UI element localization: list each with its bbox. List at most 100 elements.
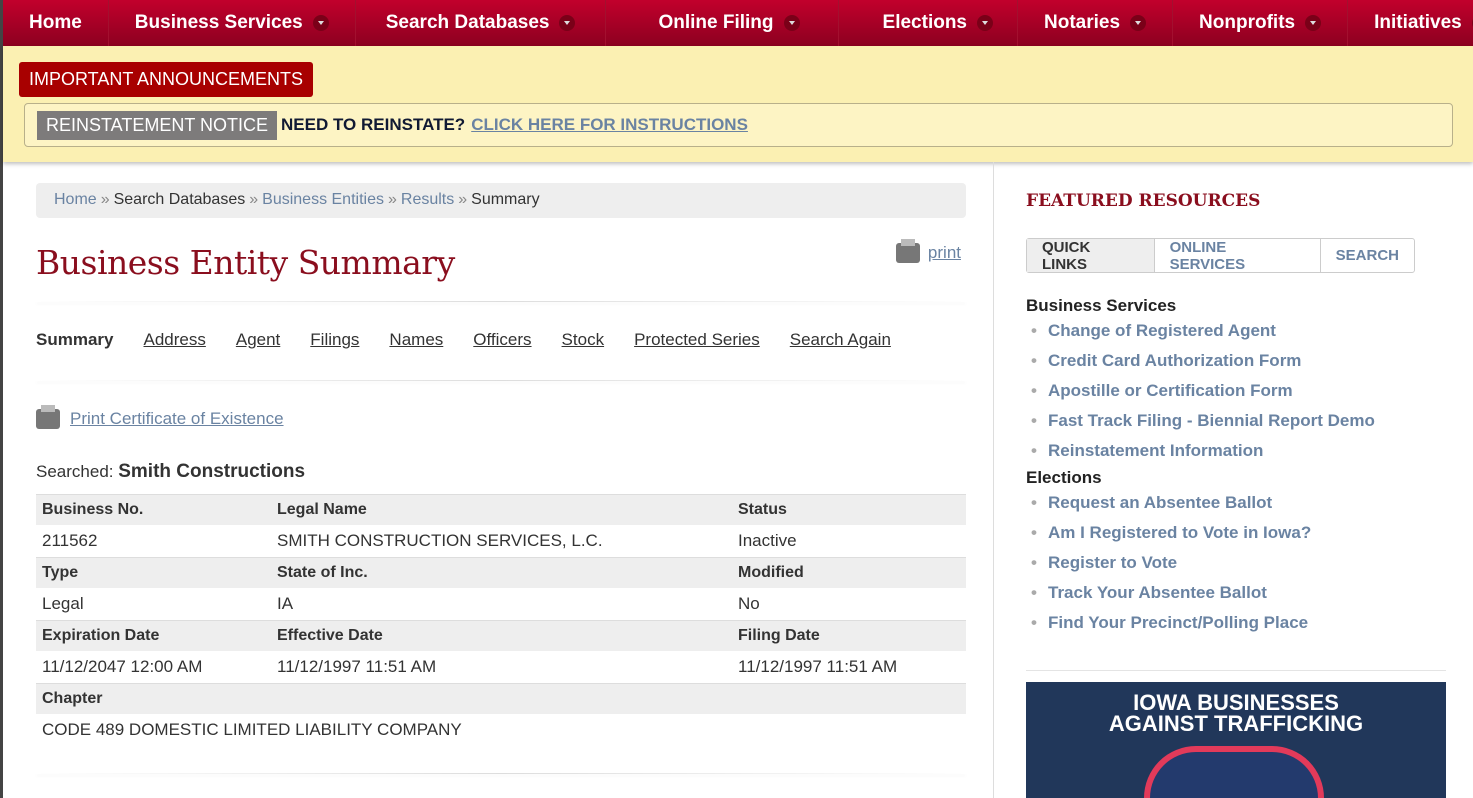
banner-line: IOWA BUSINESSES: [1133, 690, 1339, 715]
column-header: Modified: [732, 557, 966, 588]
print-link[interactable]: print: [895, 239, 961, 263]
modified: No: [738, 593, 760, 613]
page-title: Business Entity Summary: [36, 243, 455, 282]
expiration-date: 11/12/2047 12:00 AM: [42, 656, 203, 676]
nav-label: Home: [29, 12, 82, 33]
business-links: Change of Registered Agent Credit Card A…: [1026, 316, 1473, 466]
nav-label: Search Databases: [385, 12, 550, 33]
tab-officers[interactable]: Officers: [473, 330, 531, 350]
nav-elections[interactable]: Elections: [839, 0, 1019, 46]
link-credit-card-form[interactable]: Credit Card Authorization Form: [1026, 346, 1473, 376]
sidebar: FEATURED RESOURCES QUICK LINKS ONLINE SE…: [993, 162, 1473, 798]
nav-notaries[interactable]: Notaries: [1018, 0, 1174, 46]
divider: [36, 772, 966, 774]
link-absentee-ballot[interactable]: Request an Absentee Ballot: [1026, 488, 1473, 518]
tab-summary[interactable]: Summary: [36, 330, 113, 350]
column-header: Chapter: [36, 683, 966, 714]
chevron-down-icon: [977, 15, 994, 31]
notice-text: NEED TO REINSTATE?: [281, 115, 466, 134]
breadcrumb-results[interactable]: Results: [401, 191, 454, 208]
nav-search-databases[interactable]: Search Databases: [356, 0, 607, 46]
link-reinstatement-info[interactable]: Reinstatement Information: [1026, 436, 1473, 466]
chevron-down-icon: [1305, 15, 1322, 31]
nav-label: Elections: [882, 12, 968, 33]
breadcrumb: Home» Search Databases» Business Entities»…: [36, 183, 966, 218]
announcements-bar: IMPORTANT ANNOUNCEMENTS REINSTATEMENT NO…: [3, 46, 1473, 162]
link-find-precinct[interactable]: Find Your Precinct/Polling Place: [1026, 608, 1473, 638]
tab-address[interactable]: Address: [143, 330, 205, 350]
divider: [1026, 670, 1446, 671]
column-header: Business No.: [36, 494, 271, 525]
breadcrumb-summary: Summary: [471, 191, 540, 208]
banner-line: AGAINST TRAFFICKING: [1108, 711, 1364, 736]
entity-summary-table: Business No. Legal Name Status 211562 SMITH…: [36, 494, 966, 747]
nav-label: Business Services: [134, 12, 303, 33]
entity-tabs: Summary Address Agent Filings Names Offi…: [36, 302, 966, 380]
tab-names[interactable]: Names: [389, 330, 443, 350]
chevron-down-icon: [559, 15, 576, 31]
link-register-to-vote[interactable]: Register to Vote: [1026, 548, 1473, 578]
table-header-row: Type State of Inc. Modified: [36, 557, 966, 588]
breadcrumb-business-entities[interactable]: Business Entities: [262, 191, 384, 208]
nav-label: Online Filing: [658, 12, 774, 33]
nav-label: Notaries: [1044, 12, 1121, 33]
nav-online-filing[interactable]: Online Filing: [606, 0, 839, 46]
link-fast-track-filing[interactable]: Fast Track Filing - Biennial Report Demo: [1026, 406, 1473, 436]
notice-badge: REINSTATEMENT NOTICE: [37, 110, 278, 140]
searched-value: Smith Constructions: [118, 461, 306, 482]
link-am-i-registered[interactable]: Am I Registered to Vote in Iowa?: [1026, 518, 1473, 548]
nav-nonprofits[interactable]: Nonprofits: [1173, 0, 1349, 46]
business-services-heading: Business Services: [1026, 296, 1177, 315]
column-header: Effective Date: [271, 620, 732, 651]
column-header: Type: [36, 557, 271, 588]
important-announcements-button[interactable]: IMPORTANT ANNOUNCEMENTS: [19, 62, 314, 97]
chapter: CODE 489 DOMESTIC LIMITED LIABILITY COMP…: [42, 720, 462, 739]
breadcrumb-home[interactable]: Home: [54, 191, 97, 208]
table-row: CODE 489 DOMESTIC LIMITED LIABILITY COMP…: [36, 714, 966, 747]
tab-search-again[interactable]: Search Again: [790, 330, 891, 350]
link-change-registered-agent[interactable]: Change of Registered Agent: [1026, 316, 1473, 346]
filing-date: 11/12/1997 11:51 AM: [738, 656, 898, 676]
nav-home[interactable]: Home: [3, 0, 109, 46]
cert-label: Print Certificate of Existence: [70, 409, 284, 428]
tab-search[interactable]: SEARCH: [1321, 239, 1414, 272]
column-header: Status: [732, 494, 966, 525]
nav-initiatives[interactable]: Initiatives: [1348, 0, 1473, 46]
printer-icon: [895, 239, 920, 263]
instructions-link[interactable]: CLICK HERE FOR INSTRUCTIONS: [471, 115, 748, 135]
main-nav: Home Business Services Search Databases …: [3, 0, 1473, 46]
tab-agent[interactable]: Agent: [236, 330, 280, 350]
status: Inactive: [738, 530, 797, 550]
divider: [36, 380, 966, 381]
table-row: 11/12/2047 12:00 AM 11/12/1997 11:51 AM 11…: [36, 651, 966, 684]
tab-filings[interactable]: Filings: [310, 330, 359, 350]
table-header-row: Business No. Legal Name Status: [36, 494, 966, 525]
column-header: State of Inc.: [271, 557, 732, 588]
type: Legal: [42, 593, 84, 613]
breadcrumb-search-databases[interactable]: Search Databases: [114, 191, 246, 208]
chevron-down-icon: [1130, 15, 1147, 31]
link-apostille-form[interactable]: Apostille or Certification Form: [1026, 376, 1473, 406]
trafficking-banner[interactable]: IOWA BUSINESSES AGAINST TRAFFICKING: [1026, 682, 1446, 798]
chevron-down-icon: [783, 15, 800, 31]
tab-online-services[interactable]: ONLINE SERVICES: [1155, 239, 1321, 273]
print-certificate-link[interactable]: Print Certificate of Existence: [36, 405, 966, 429]
legal-name: SMITH CONSTRUCTION SERVICES, L.C.: [277, 530, 603, 550]
searched-label: Searched:: [36, 462, 114, 481]
featured-resources-heading: FEATURED RESOURCES: [1026, 191, 1261, 211]
tab-quick-links[interactable]: QUICK LINKS: [1027, 239, 1155, 273]
business-number: 211562: [42, 530, 98, 550]
tab-stock[interactable]: Stock: [562, 330, 605, 350]
column-header: Filing Date: [732, 620, 966, 651]
tab-protected-series[interactable]: Protected Series: [634, 330, 760, 350]
table-row: 211562 SMITH CONSTRUCTION SERVICES, L.C. I…: [36, 525, 966, 558]
nav-business-services[interactable]: Business Services: [109, 0, 356, 46]
searched-term: Searched: Smith Constructions: [36, 461, 966, 483]
reinstatement-notice: REINSTATEMENT NOTICE NEED TO REINSTATE? …: [24, 103, 1453, 147]
printer-icon: [36, 405, 60, 429]
column-header: Expiration Date: [36, 620, 271, 651]
elections-heading: Elections: [1026, 468, 1102, 487]
link-track-ballot[interactable]: Track Your Absentee Ballot: [1026, 578, 1473, 608]
main-content: Home» Search Databases» Business Entities»…: [36, 183, 966, 774]
state-of-inc: IA: [277, 593, 294, 613]
